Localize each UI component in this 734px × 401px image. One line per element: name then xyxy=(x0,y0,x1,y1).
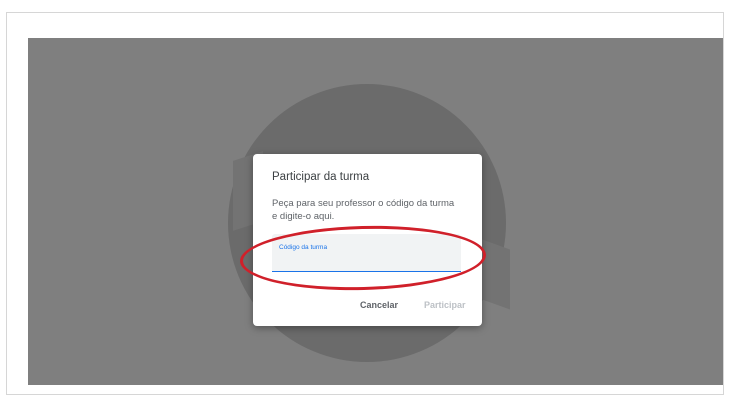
join-button[interactable]: Participar xyxy=(424,300,466,310)
class-code-label: Código da turma xyxy=(279,244,328,251)
cancel-button[interactable]: Cancelar xyxy=(360,300,398,310)
dialog-description: Peça para seu professor o código da turm… xyxy=(272,198,455,222)
class-code-input[interactable]: Código da turma xyxy=(272,234,461,272)
dialog-title: Participar da turma xyxy=(272,171,370,183)
join-class-dialog: Participar da turma Peça para seu profes… xyxy=(253,154,482,326)
